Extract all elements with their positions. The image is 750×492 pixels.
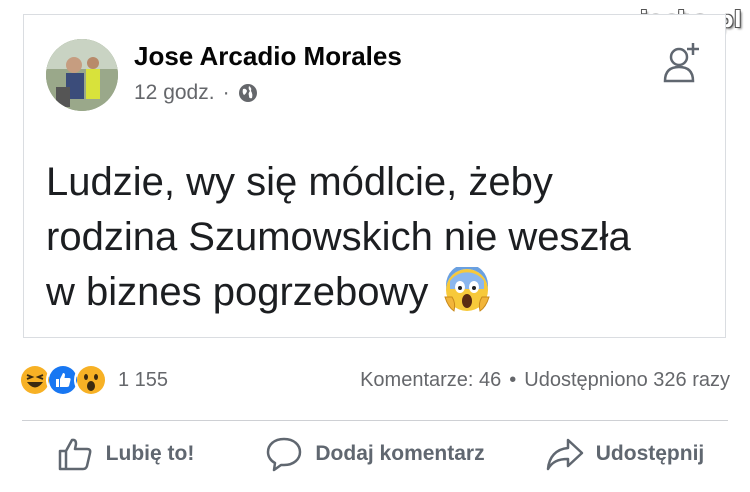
share-icon xyxy=(546,438,583,471)
engagement-stats: Komentarze: 46 • Udostępniono 326 razy xyxy=(360,369,730,392)
globe-icon xyxy=(238,84,257,102)
thumbs-up-icon xyxy=(58,438,92,471)
add-friend-icon[interactable] xyxy=(663,33,703,83)
post-text-line: rodzina Szumowskich nie weszła xyxy=(46,215,631,259)
wow-reaction xyxy=(74,363,108,397)
post-actions: Lubię to! Dodaj komentarz Udostępnij xyxy=(0,430,750,478)
comment-button[interactable]: Dodaj komentarz xyxy=(250,430,500,478)
stats-separator: • xyxy=(509,368,517,391)
reaction-count[interactable]: 1 155 xyxy=(118,369,168,392)
comment-icon xyxy=(267,437,302,472)
post-card: Jose Arcadio Morales 12 godz. · Ludzie, … xyxy=(23,14,726,338)
like-label: Lubię to! xyxy=(105,442,195,465)
comments-count[interactable]: Komentarze: 46 xyxy=(360,369,501,392)
post-text-segment: w biznes pogrzebowy xyxy=(46,270,429,314)
author-name[interactable]: Jose Arcadio Morales xyxy=(134,41,402,72)
post-time[interactable]: 12 godz. xyxy=(134,81,215,105)
reaction-icons[interactable] xyxy=(18,363,108,397)
scream-emoji xyxy=(443,267,490,312)
share-button[interactable]: Udostępnij xyxy=(500,430,750,478)
divider xyxy=(22,420,728,421)
like-button[interactable]: Lubię to! xyxy=(0,430,250,478)
reaction-stats-bar: 1 155 Komentarze: 46 • Udostępniono 326 … xyxy=(18,362,730,398)
post-text-line: w biznes pogrzebowy xyxy=(46,265,696,320)
avatar-image xyxy=(46,39,118,111)
meta-separator: · xyxy=(222,81,230,104)
share-label: Udostępnij xyxy=(595,442,705,465)
shares-count[interactable]: Udostępniono 326 razy xyxy=(524,369,730,392)
post-meta: 12 godz. · xyxy=(134,81,258,105)
post-text-line: Ludzie, wy się módlcie, żeby xyxy=(46,160,553,204)
avatar[interactable] xyxy=(46,39,118,111)
comment-label: Dodaj komentarz xyxy=(315,442,485,465)
post-text: Ludzie, wy się módlcie, żeby rodzina Szu… xyxy=(46,155,696,320)
